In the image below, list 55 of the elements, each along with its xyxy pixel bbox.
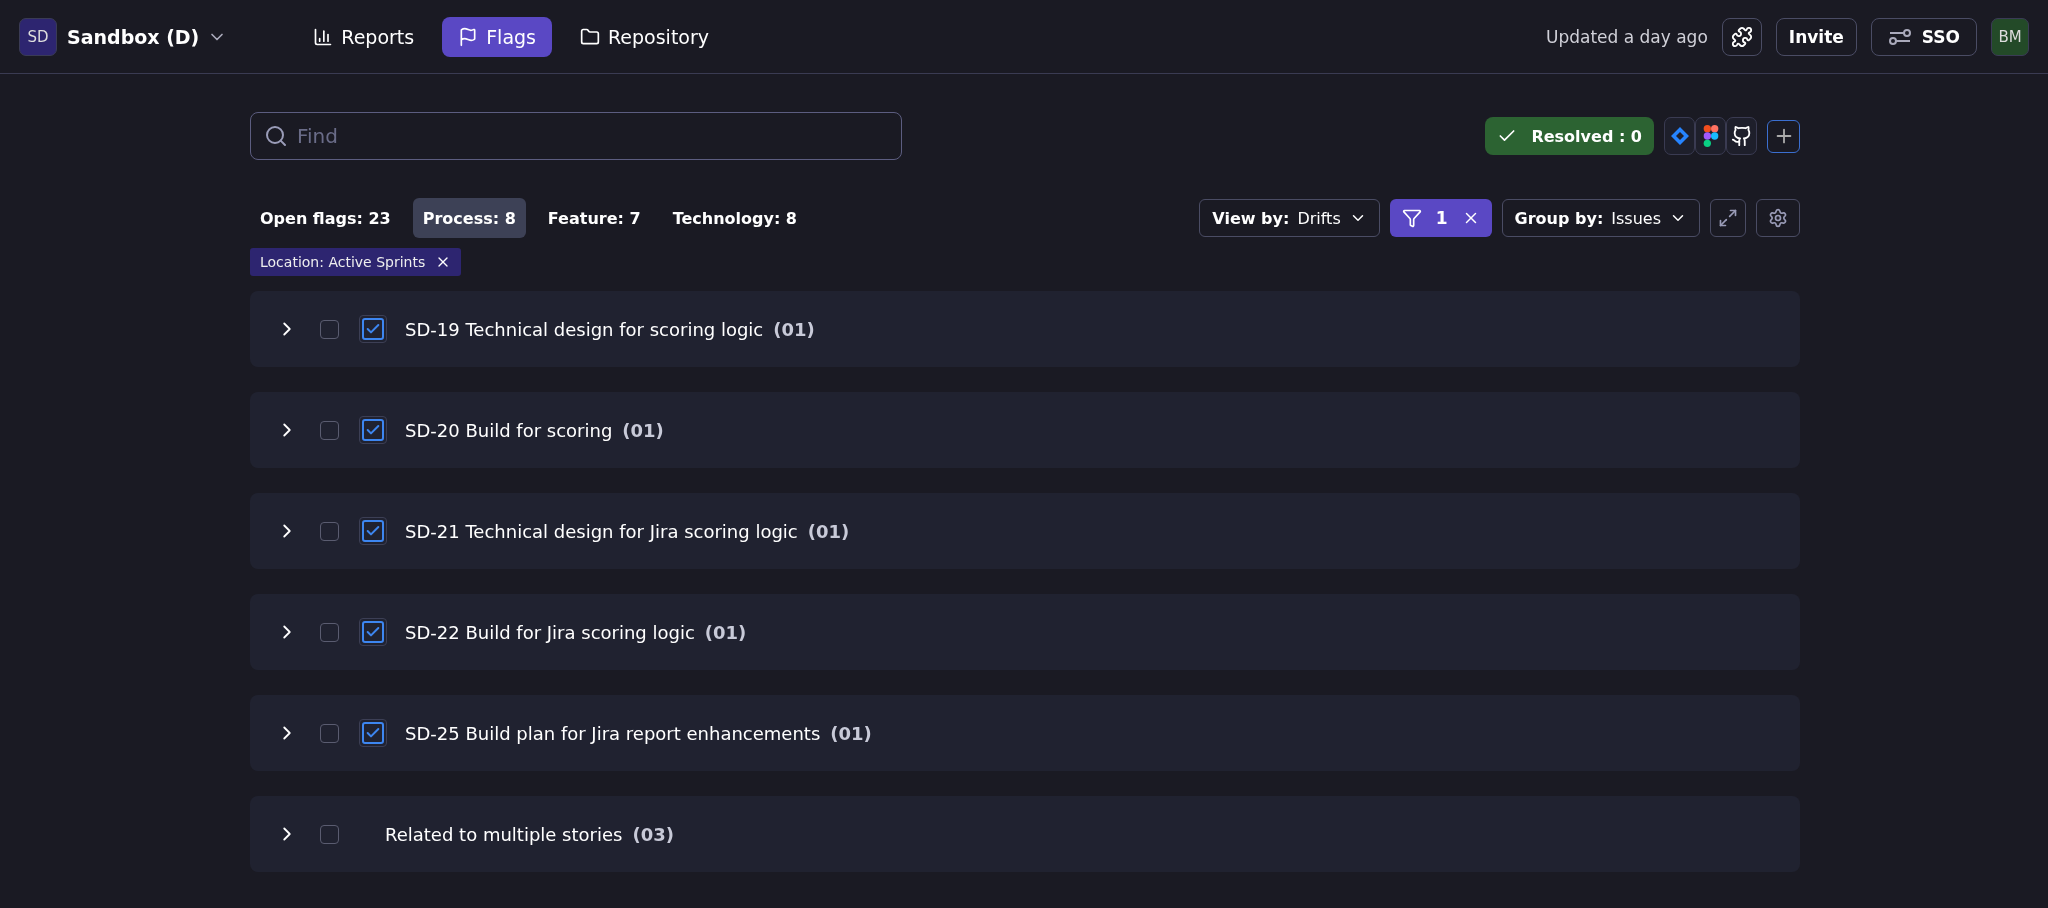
settings-icon <box>1768 208 1788 228</box>
category-tab[interactable]: Technology: 8 <box>662 198 807 238</box>
row-title: SD-19 Technical design for scoring logic <box>405 318 764 340</box>
github-icon <box>1730 125 1753 147</box>
row-count: (01) <box>830 722 872 744</box>
row-title: SD-21 Technical design for Jira scoring logic <box>405 520 798 542</box>
select-checkbox[interactable] <box>320 521 339 541</box>
bar-chart-icon <box>313 26 334 47</box>
settings-button[interactable] <box>1756 199 1800 237</box>
select-checkbox[interactable] <box>320 622 339 642</box>
row-count: (01) <box>807 520 850 542</box>
integration-button[interactable] <box>1695 117 1726 155</box>
sso-button[interactable]: SSO <box>1870 17 1977 56</box>
search-icon <box>264 124 288 148</box>
row-count: (01) <box>773 318 815 340</box>
expand-button[interactable] <box>1710 199 1746 237</box>
invite-button[interactable]: Invite <box>1775 17 1857 56</box>
select-checkbox[interactable] <box>320 420 339 440</box>
row-title: SD-25 Build plan for Jira report enhancements <box>405 722 821 744</box>
puzzle-icon <box>1730 25 1753 48</box>
category-tab[interactable]: Feature: 7 <box>537 198 651 238</box>
select-checkbox[interactable] <box>320 723 339 743</box>
row-count: (01) <box>622 419 664 441</box>
add-button[interactable] <box>1767 119 1800 153</box>
row-count: (01) <box>704 621 747 643</box>
folder-icon <box>580 26 600 47</box>
sliders-icon <box>1887 27 1912 46</box>
resolved-button[interactable]: Resolved : 0 <box>1485 117 1654 155</box>
puzzle-button[interactable] <box>1721 17 1762 56</box>
row-title: SD-22 Build for Jira scoring logic <box>405 621 695 643</box>
search-field[interactable]: Find <box>250 112 902 160</box>
group-by-dropdown[interactable]: Group by: Issues <box>1501 199 1700 237</box>
figma-icon <box>1702 125 1719 147</box>
nav-tab[interactable]: Flags <box>442 16 552 57</box>
filter-button[interactable]: 1 <box>1389 199 1492 237</box>
row-title: SD-20 Build for scoring <box>405 419 613 441</box>
updated-text: Updated a day ago <box>1545 26 1708 47</box>
user-avatar[interactable]: BM <box>1991 17 2029 56</box>
expand-icon <box>1718 208 1738 228</box>
nav-tab[interactable]: Repository <box>564 16 726 57</box>
view-by-dropdown[interactable]: View by: Drifts <box>1199 199 1380 237</box>
diamond-icon <box>1669 126 1690 146</box>
flag-icon <box>458 26 479 47</box>
row-title: Related to multiple stories <box>385 823 623 845</box>
nav-tab[interactable]: Reports <box>297 16 431 57</box>
select-checkbox[interactable] <box>320 824 339 844</box>
row-count: (03) <box>632 823 674 845</box>
category-tab[interactable]: Open flags: 23 <box>250 198 401 238</box>
category-tab[interactable]: Process: 8 <box>412 198 526 238</box>
workspace-switcher[interactable]: Sandbox (D) <box>67 25 228 48</box>
chip-label: Location: Active Sprints <box>260 254 426 270</box>
select-checkbox[interactable] <box>320 319 339 339</box>
integration-button[interactable] <box>1726 117 1757 155</box>
filter-icon <box>1401 208 1422 228</box>
workspace-avatar[interactable]: SD <box>19 17 57 56</box>
